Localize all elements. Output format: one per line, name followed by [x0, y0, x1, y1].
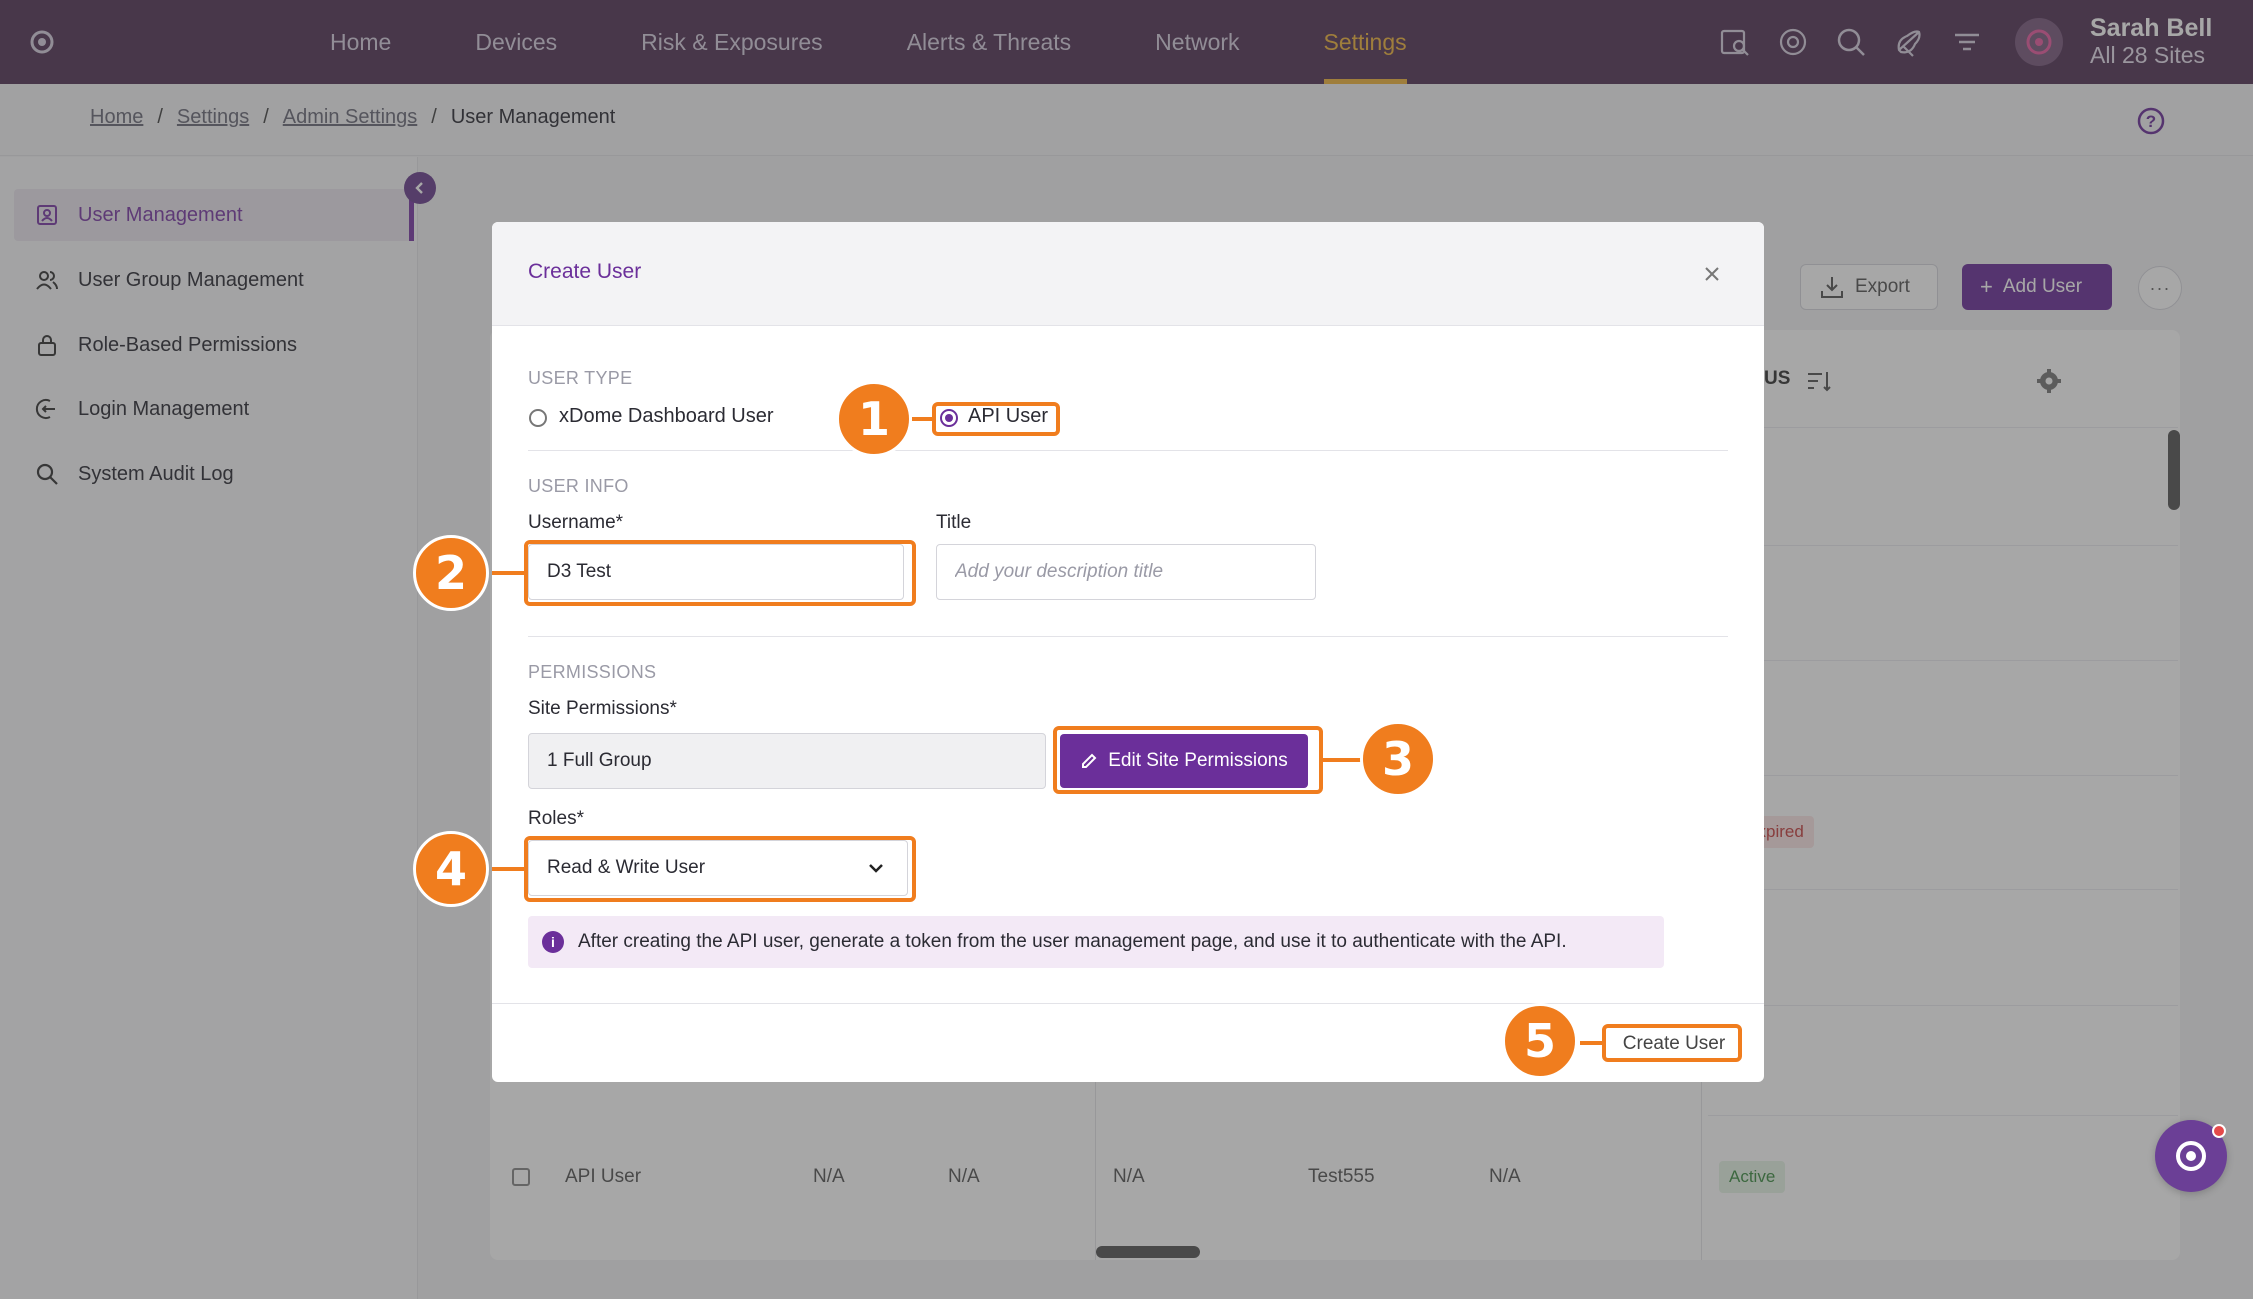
- modal-header: Create User: [492, 222, 1764, 326]
- modal-footer-divider: [492, 1003, 1764, 1004]
- roles-select[interactable]: Read & Write User: [528, 840, 908, 896]
- site-permissions-label-text: Site Permissions: [528, 698, 670, 719]
- radio-api-user-label[interactable]: API User: [968, 405, 1048, 428]
- callout-4: 4: [413, 831, 489, 907]
- info-text: After creating the API user, generate a …: [578, 931, 1567, 952]
- notification-dot: [2212, 1124, 2226, 1138]
- radio-api-user[interactable]: [940, 409, 958, 427]
- callout-connector: [492, 571, 526, 575]
- assistant-icon: [2176, 1141, 2206, 1171]
- create-user-button[interactable]: Create User: [1612, 1024, 1736, 1064]
- title-label: Title: [936, 512, 972, 533]
- callout-5: 5: [1502, 1003, 1578, 1079]
- callout-connector: [492, 867, 526, 871]
- info-icon: i: [542, 931, 564, 953]
- section-divider: [528, 636, 1728, 637]
- radio-dashboard-user[interactable]: [529, 409, 547, 427]
- radio-dashboard-user-label[interactable]: xDome Dashboard User: [559, 405, 774, 428]
- roles-select-value: Read & Write User: [547, 857, 706, 878]
- username-field[interactable]: [528, 544, 904, 600]
- edit-site-permissions-button[interactable]: Edit Site Permissions: [1060, 734, 1308, 788]
- callout-connector: [912, 417, 934, 421]
- username-label: Username*: [528, 512, 623, 534]
- edit-site-permissions-label: Edit Site Permissions: [1108, 750, 1288, 771]
- required-mark: *: [576, 808, 584, 829]
- callout-2: 2: [413, 535, 489, 611]
- permissions-section-label: PERMISSIONS: [528, 662, 657, 682]
- required-mark: *: [669, 698, 677, 719]
- callout-connector: [1321, 758, 1361, 762]
- required-mark: *: [615, 512, 624, 533]
- roles-label-text: Roles: [528, 808, 577, 829]
- api-user-info-banner: i After creating the API user, generate …: [528, 916, 1664, 968]
- username-label-text: Username: [528, 512, 616, 533]
- section-divider: [528, 450, 1728, 451]
- callout-1: 1: [836, 381, 912, 457]
- create-user-modal: Create User USER TYPE xDome Dashboard Us…: [492, 222, 1764, 1082]
- close-button[interactable]: [1698, 260, 1726, 288]
- pencil-icon: [1082, 753, 1097, 768]
- roles-label: Roles*: [528, 808, 584, 830]
- modal-title: Create User: [528, 260, 642, 283]
- site-permissions-field: 1 Full Group: [528, 733, 1046, 789]
- user-info-section-label: USER INFO: [528, 476, 629, 496]
- user-type-section-label: USER TYPE: [528, 368, 633, 388]
- close-icon: [1705, 267, 1719, 281]
- callout-connector: [1580, 1041, 1604, 1045]
- site-permissions-label: Site Permissions*: [528, 698, 677, 720]
- chevron-down-icon: [869, 864, 883, 873]
- callout-3: 3: [1360, 721, 1436, 797]
- title-field[interactable]: [936, 544, 1316, 600]
